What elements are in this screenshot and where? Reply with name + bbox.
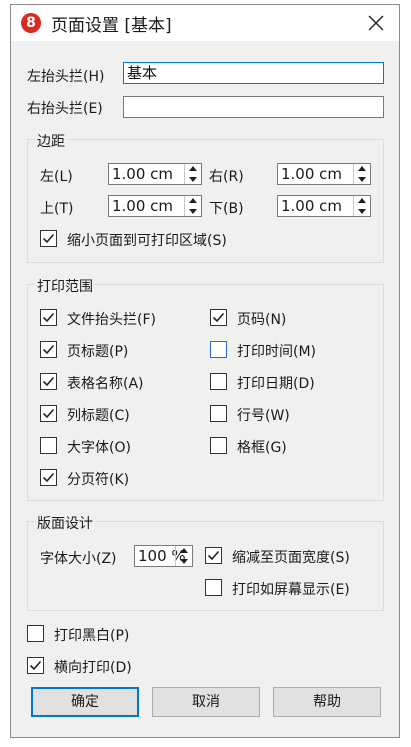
checkmark-icon: [42, 312, 55, 323]
margin-top-spinner[interactable]: 1.00 cm: [108, 195, 202, 217]
checkmark-icon: [212, 312, 225, 323]
print-as-screen-checkbox[interactable]: [205, 579, 222, 596]
checkbox-page-title[interactable]: [40, 341, 57, 358]
label-page-breaks: 分页符(K): [67, 472, 130, 488]
spin-up-arrow-icon[interactable]: [185, 164, 201, 174]
margin-bottom-spinner[interactable]: 1.00 cm: [277, 195, 371, 217]
checkmark-icon: [42, 408, 55, 419]
checkbox-print-date[interactable]: [210, 373, 227, 390]
spin-up-arrow-icon[interactable]: [354, 196, 370, 206]
margin-top-label: 上(T): [40, 201, 74, 217]
margin-right-label: 右(R): [209, 169, 244, 185]
app-logo-icon: 8: [21, 13, 41, 33]
dialog-title: 页面设置 [基本]: [51, 16, 172, 36]
checkbox-column-headers[interactable]: [40, 405, 57, 422]
checkmark-icon: [42, 472, 55, 483]
checkbox-print-time[interactable]: [210, 341, 227, 358]
shrink-to-printable-label: 缩小页面到可打印区域(S): [67, 233, 227, 249]
page-setup-dialog: 8 页面设置 [基本] 左抬头拦(H) 基本 右抬头拦(E) 边距 左(L) 1…: [10, 4, 400, 738]
spin-up-arrow-icon[interactable]: [185, 196, 201, 206]
margin-left-label: 左(L): [40, 169, 73, 185]
title-bar: 8 页面设置 [基本]: [11, 5, 399, 41]
right-header-label: 右抬头拦(E): [27, 101, 103, 117]
spin-up-arrow-icon[interactable]: [354, 164, 370, 174]
spin-down-arrow-icon[interactable]: [354, 206, 370, 216]
label-column-headers: 列标题(C): [67, 408, 130, 424]
print-as-screen-label: 打印如屏幕显示(E): [232, 582, 350, 598]
print-black-white-checkbox[interactable]: [27, 625, 44, 642]
checkmark-icon: [42, 344, 55, 355]
font-size-label: 字体大小(Z): [40, 551, 117, 567]
fit-page-width-checkbox[interactable]: [205, 547, 222, 564]
checkbox-large-font[interactable]: [40, 437, 57, 454]
spin-down-arrow-icon[interactable]: [185, 174, 201, 184]
checkmark-icon: [42, 233, 55, 244]
close-button[interactable]: [361, 9, 391, 37]
ok-button[interactable]: 确定: [31, 687, 139, 717]
landscape-label: 横向打印(D): [54, 660, 132, 676]
label-file-header: 文件抬头拦(F): [67, 312, 156, 328]
label-row-numbers: 行号(W): [237, 408, 290, 424]
landscape-checkbox[interactable]: [27, 657, 44, 674]
label-grid-lines: 格框(G): [237, 440, 287, 456]
label-large-font: 大字体(O): [67, 440, 131, 456]
spin-down-arrow-icon[interactable]: [185, 206, 201, 216]
label-table-name: 表格名称(A): [67, 376, 144, 392]
layout-group-title: 版面设计: [35, 513, 95, 533]
spin-down-arrow-icon[interactable]: [354, 174, 370, 184]
checkbox-page-number[interactable]: [210, 309, 227, 326]
label-print-time: 打印时间(M): [237, 344, 317, 360]
print-black-white-label: 打印黑白(P): [54, 628, 130, 644]
margin-right-spinner[interactable]: 1.00 cm: [277, 163, 371, 185]
checkbox-page-breaks[interactable]: [40, 469, 57, 486]
shrink-to-printable-checkbox[interactable]: [40, 230, 57, 247]
checkmark-icon: [207, 550, 220, 561]
label-page-title: 页标题(P): [67, 344, 129, 360]
spin-up-arrow-icon[interactable]: [176, 546, 192, 556]
spin-down-arrow-icon[interactable]: [176, 556, 192, 566]
font-size-spinner[interactable]: 100 %: [134, 545, 193, 567]
left-header-label: 左抬头拦(H): [27, 69, 105, 85]
fit-page-width-label: 缩减至页面宽度(S): [232, 550, 350, 566]
label-print-date: 打印日期(D): [237, 376, 315, 392]
print-range-group-title: 打印范围: [35, 276, 95, 296]
checkmark-icon: [29, 660, 42, 671]
checkbox-file-header[interactable]: [40, 309, 57, 326]
label-page-number: 页码(N): [237, 312, 287, 328]
left-header-input[interactable]: 基本: [123, 62, 384, 84]
margins-group-title: 边距: [35, 131, 67, 151]
margin-left-spinner[interactable]: 1.00 cm: [108, 163, 202, 185]
cancel-button[interactable]: 取消: [152, 687, 260, 717]
checkbox-grid-lines[interactable]: [210, 437, 227, 454]
help-button[interactable]: 帮助: [273, 687, 381, 717]
margin-bottom-label: 下(B): [209, 201, 244, 217]
checkbox-row-numbers[interactable]: [210, 405, 227, 422]
right-header-input[interactable]: [123, 96, 384, 118]
checkbox-table-name[interactable]: [40, 373, 57, 390]
checkmark-icon: [42, 376, 55, 387]
close-icon: [368, 15, 384, 31]
